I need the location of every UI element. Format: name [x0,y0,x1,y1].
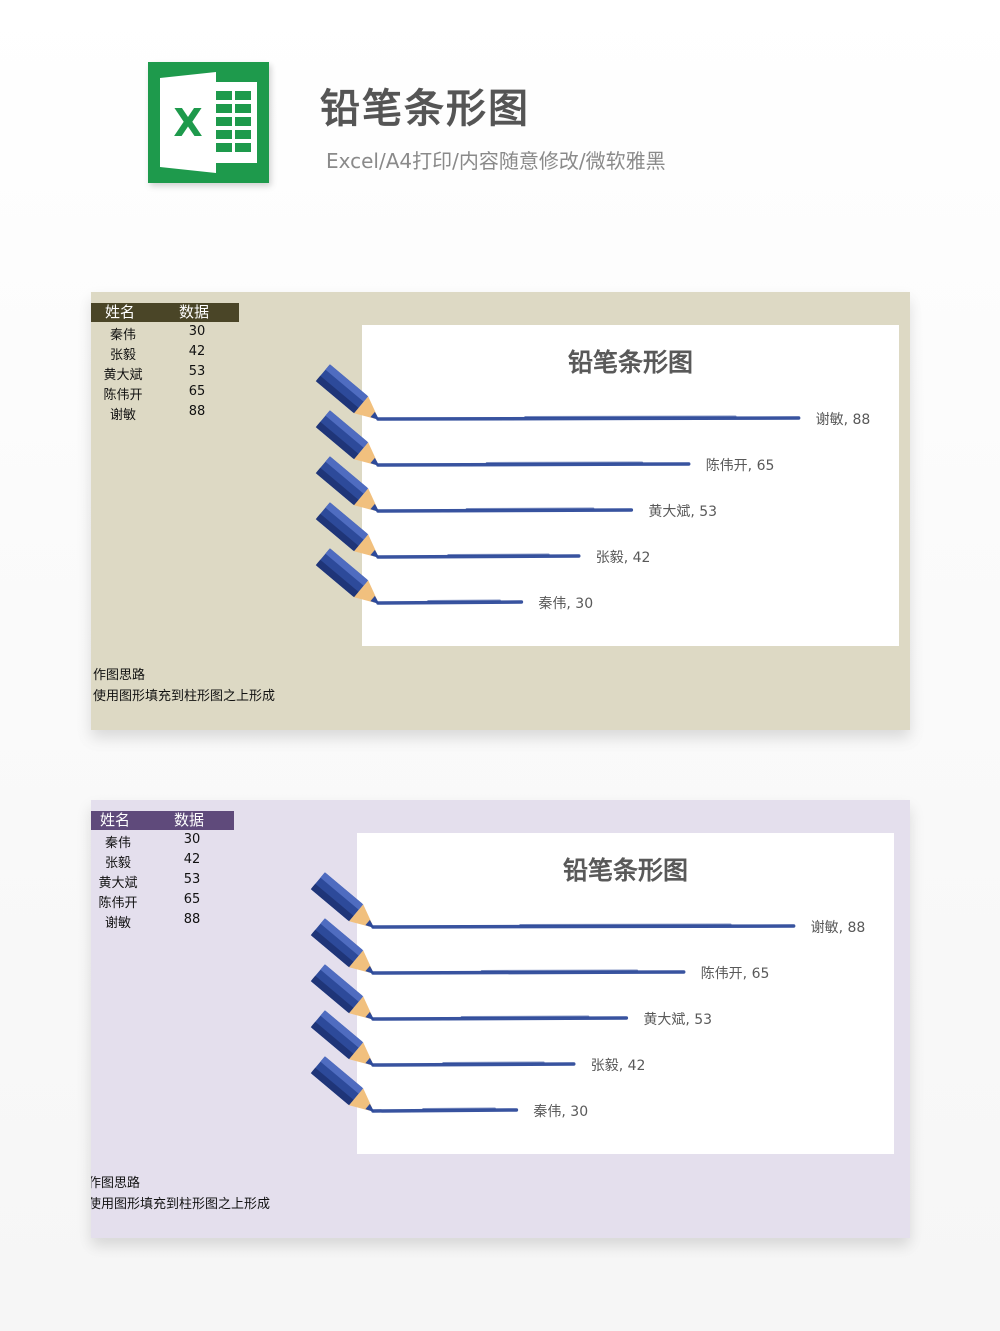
data-label: 谢敏, 88 [816,412,871,428]
pencil-icon [315,548,380,605]
cell-value[interactable]: 65 [173,384,221,399]
bar-stroke [376,554,581,559]
pencil-bar-chart: 谢敏, 88 陈伟开, 65 黄大斌, 53 张毅, 42 秦伟, 30 [315,364,870,612]
cell-name[interactable]: 谢敏 [91,404,155,423]
logo-letter: X [173,101,202,145]
data-label: 黄大斌, 53 [648,503,717,520]
bar-stroke [376,416,801,421]
bar-scribble [524,415,737,418]
bar-stroke [371,970,686,975]
bar-stroke [376,462,691,467]
cell-name[interactable]: 陈伟开 [91,384,155,403]
bar-scribble [427,599,501,602]
cell-name[interactable]: 陈伟开 [91,892,150,911]
table-row[interactable]: 黄大斌 53 [91,364,239,384]
page-title: 铅笔条形图 [320,86,530,132]
cell-name[interactable]: 谢敏 [91,912,150,931]
table-row[interactable]: 黄大斌 53 [91,872,234,892]
cell-value[interactable]: 42 [168,852,216,867]
bar-scribble [422,1107,496,1110]
cell-value[interactable]: 53 [168,872,216,887]
data-label: 黄大斌, 53 [643,1011,712,1028]
bar-scribble [460,1015,590,1018]
pencil-bar: 谢敏, 88 [310,872,866,936]
table-row[interactable]: 张毅 42 [91,344,239,364]
bar-stroke [371,1062,576,1067]
data-label: 张毅, 42 [596,549,651,566]
sheet-panel-1: 姓名 数据 秦伟 30 张毅 42 黄大斌 53 陈伟开 65 谢敏 88 作图… [91,292,910,730]
data-label: 张毅, 42 [591,1057,646,1074]
cell-value[interactable]: 42 [173,344,221,359]
cell-name[interactable]: 秦伟 [91,832,150,851]
header-value: 数据 [179,303,210,321]
cell-value[interactable]: 53 [173,364,221,379]
table-header: 姓名 数据 [91,811,234,830]
cell-value[interactable]: 30 [173,324,221,339]
note-line: 使用图形填充到柱形图之上形成 [93,689,276,704]
bar-stroke [376,600,524,605]
sheet-panel-2: 姓名 数据 秦伟 30 张毅 42 黄大斌 53 陈伟开 65 谢敏 88 作图… [91,800,910,1238]
bar-scribble [519,923,732,926]
table-row[interactable]: 张毅 42 [91,852,234,872]
bar-stroke [371,1108,519,1113]
cell-value[interactable]: 88 [168,912,216,927]
pencil-bar: 谢敏, 88 [315,364,871,428]
bar-scribble [480,969,639,972]
cell-value[interactable]: 65 [168,892,216,907]
cell-value[interactable]: 30 [168,832,216,847]
bar-stroke [376,508,634,513]
header-name: 姓名 [100,811,131,829]
bar-scribble [485,461,644,464]
pencil-icon [310,1056,375,1113]
header-name: 姓名 [105,303,136,321]
cell-value[interactable]: 88 [173,404,221,419]
cell-name[interactable]: 张毅 [91,852,150,871]
data-label: 秦伟, 30 [533,1104,588,1120]
table-row[interactable]: 秦伟 30 [91,832,234,852]
cell-name[interactable]: 秦伟 [91,324,155,343]
excel-logo-icon: X [148,62,269,183]
cell-name[interactable]: 张毅 [91,344,155,363]
note-line: 使用图形填充到柱形图之上形成 [91,1197,271,1212]
table-row[interactable]: 陈伟开 65 [91,384,239,404]
cell-name[interactable]: 黄大斌 [91,872,150,891]
table-header: 姓名 数据 [91,303,239,322]
note-line: 作图思路 [93,668,146,683]
bar-scribble [465,507,595,510]
page-subtitle: Excel/A4打印/内容随意修改/微软雅黑 [326,149,666,173]
note-line: 作图思路 [91,1176,141,1191]
data-label: 秦伟, 30 [538,596,593,612]
table-row[interactable]: 谢敏 88 [91,404,239,424]
data-label: 陈伟开, 65 [701,965,770,982]
cell-name[interactable]: 黄大斌 [91,364,155,383]
data-label: 陈伟开, 65 [706,457,775,474]
bar-stroke [371,1016,629,1021]
header-value: 数据 [174,811,205,829]
bar-stroke [371,924,796,929]
table-row[interactable]: 谢敏 88 [91,912,234,932]
pencil-bar-chart: 谢敏, 88 陈伟开, 65 黄大斌, 53 张毅, 42 秦伟, 30 [310,872,865,1120]
data-label: 谢敏, 88 [811,920,866,936]
bar-scribble [447,553,550,556]
table-row[interactable]: 秦伟 30 [91,324,239,344]
table-row[interactable]: 陈伟开 65 [91,892,234,912]
bar-scribble [442,1061,545,1064]
